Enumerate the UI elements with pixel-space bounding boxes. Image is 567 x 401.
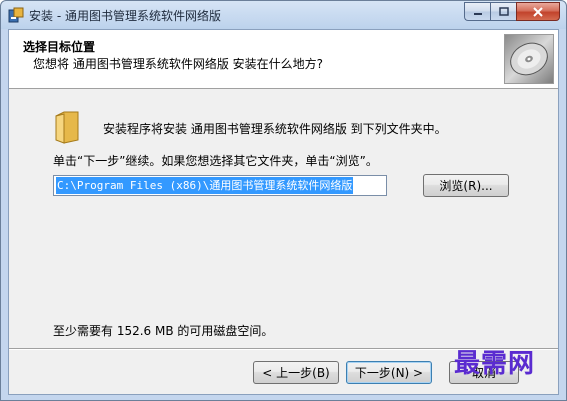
page-title: 选择目标位置 [23,40,96,54]
installer-icon [8,7,24,23]
next-button[interactable]: 下一步(N) > [346,361,432,384]
folder-icon [55,111,79,144]
maximize-icon [498,6,509,16]
intro-text: 安装程序将安装 通用图书管理系统软件网络版 到下列文件夹中。 [103,122,447,136]
installer-window: 安装 - 通用图书管理系统软件网络版 选择目标位置 您想将 通用图书管理系统软件… [0,0,567,401]
close-button[interactable] [516,2,560,21]
page-subtitle: 您想将 通用图书管理系统软件网络版 安装在什么地方? [33,57,324,71]
minimize-icon [473,12,482,15]
window-title: 安装 - 通用图书管理系统软件网络版 [29,9,221,23]
disk-space-text: 至少需要有 152.6 MB 的可用磁盘空间。 [53,324,274,338]
install-path-value: C:\Program Files (x86)\通用图书管理系统软件网络版 [56,177,354,194]
wizard-panel: 选择目标位置 您想将 通用图书管理系统软件网络版 安装在什么地方? 安装程序将安… [8,29,559,395]
maximize-button[interactable] [490,2,516,21]
back-button[interactable]: < 上一步(B) [253,361,339,384]
install-path-field[interactable]: C:\Program Files (x86)\通用图书管理系统软件网络版 [53,175,387,196]
minimize-button[interactable] [464,2,490,21]
close-icon [533,6,543,17]
watermark-logo: 最需网 [454,349,536,379]
instruction-text: 单击“下一步”继续。如果您想选择其它文件夹，单击“浏览”。 [53,154,378,168]
browse-button[interactable]: 浏览(R)... [423,174,509,197]
title-bar[interactable]: 安装 - 通用图书管理系统软件网络版 [1,1,566,29]
caption-buttons [464,2,560,22]
disc-icon [504,34,554,84]
wizard-body: 安装程序将安装 通用图书管理系统软件网络版 到下列文件夹中。 单击“下一步”继续… [9,90,558,348]
wizard-header: 选择目标位置 您想将 通用图书管理系统软件网络版 安装在什么地方? [9,30,558,89]
